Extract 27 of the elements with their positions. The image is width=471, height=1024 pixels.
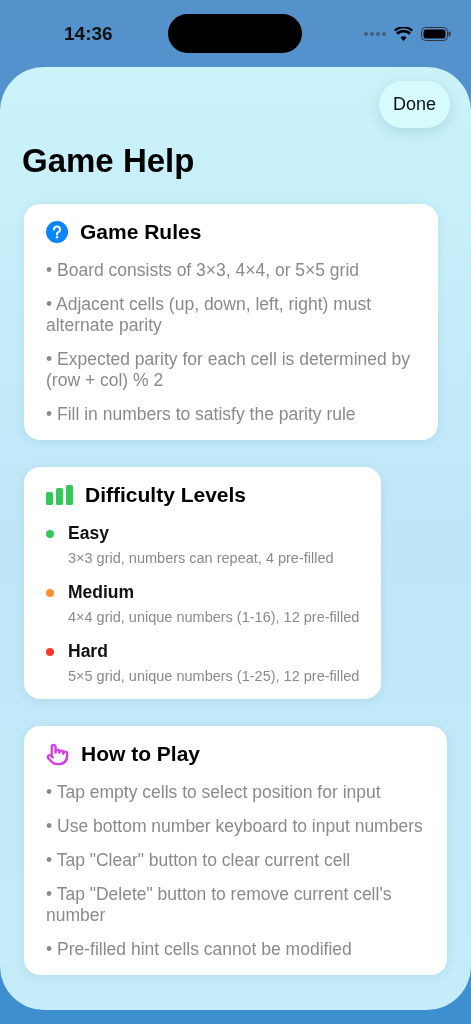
done-button[interactable]: Done bbox=[378, 81, 450, 128]
level-name: Medium bbox=[68, 582, 136, 603]
level-description: 5×5 grid, unique numbers (1-25), 12 pre-filled bbox=[68, 668, 360, 684]
level-name: Easy bbox=[68, 523, 110, 544]
rule-text: • Tap "Clear" button to clear current cell bbox=[46, 850, 352, 871]
rule-text: • Adjacent cells (up, down, left, right) must alternate parity bbox=[46, 294, 373, 336]
card-title: Game Rules bbox=[80, 220, 202, 244]
card-title: Difficulty Levels bbox=[85, 483, 247, 507]
signal-icon bbox=[364, 31, 386, 36]
level-description: 3×3 grid, numbers can repeat, 4 pre-filled bbox=[68, 550, 335, 566]
card-title: How to Play bbox=[81, 742, 201, 766]
rule-text: • Board consists of 3×3, 4×4, or 5×5 grid bbox=[46, 260, 361, 281]
question-icon bbox=[46, 221, 68, 243]
rule-text: • Expected parity for each cell is determined by (row + col) % 2 bbox=[46, 349, 412, 391]
rule-text: • Fill in numbers to satisfy the parity rule bbox=[46, 404, 357, 425]
wifi-icon bbox=[394, 26, 413, 41]
rule-text: • Pre-filled hint cells cannot be modified bbox=[46, 939, 353, 960]
page-title: Game Help bbox=[22, 142, 196, 180]
level-name: Hard bbox=[68, 641, 109, 662]
rule-text: • Use bottom number keyboard to input numbers bbox=[46, 816, 424, 837]
level-description: 4×4 grid, unique numbers (1-16), 12 pre-filled bbox=[68, 609, 360, 625]
pointing-hand-icon bbox=[46, 742, 69, 766]
battery-icon bbox=[421, 26, 451, 41]
rule-text: • Tap "Delete" button to remove current cell's number bbox=[46, 884, 393, 926]
status-time: 14:36 bbox=[64, 22, 114, 45]
bar-chart-icon bbox=[46, 485, 73, 505]
rule-text: • Tap empty cells to select position for input bbox=[46, 782, 382, 803]
